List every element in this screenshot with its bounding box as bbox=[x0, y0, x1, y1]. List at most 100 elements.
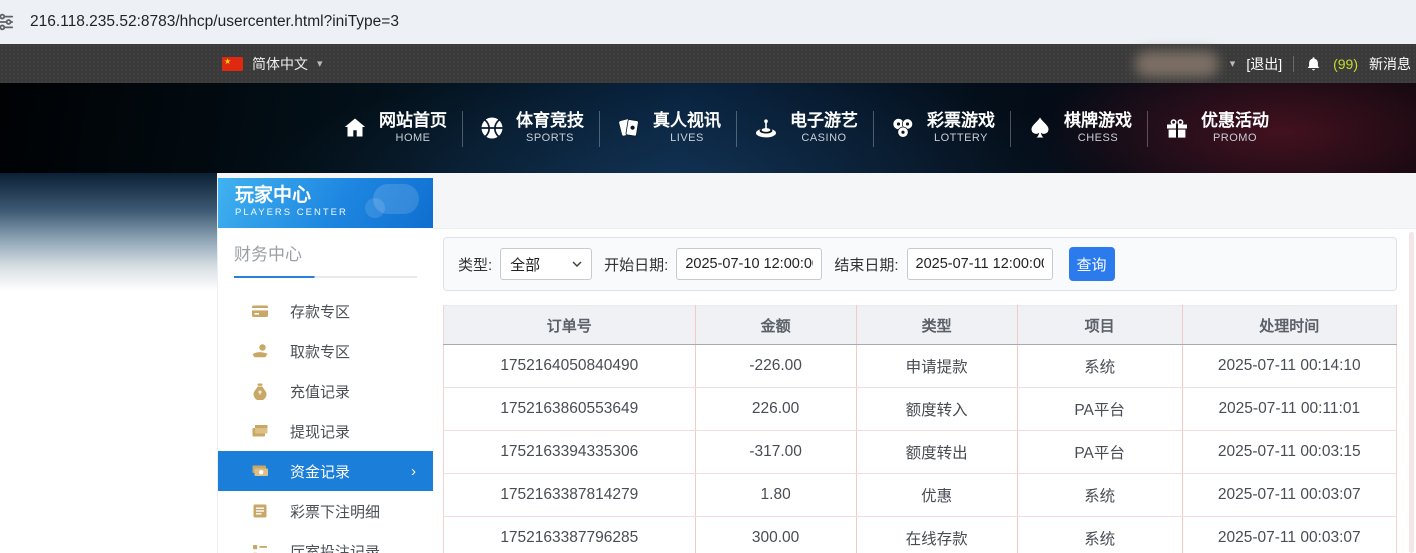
wallet-icon bbox=[252, 425, 268, 437]
nav-item-home[interactable]: 网站首页 HOME bbox=[326, 97, 463, 159]
section-underline bbox=[234, 276, 417, 278]
nav-item-casino[interactable]: 电子游艺 CASINO bbox=[737, 97, 874, 159]
cell-project: 系统 bbox=[1016, 344, 1183, 388]
filter-bar: 类型: 全部 开始日期: 结束日期: 查询 bbox=[443, 237, 1397, 291]
table-header-row: 订单号 金额 类型 项目 处理时间 bbox=[443, 305, 1397, 345]
table-row: 1752163387796285 300.00 在线存款 系统 2025-07-… bbox=[443, 516, 1397, 553]
cell-order-no: 1752163860553649 bbox=[443, 387, 696, 431]
start-date-input[interactable] bbox=[676, 248, 823, 280]
table-row: 1752164050840490 -226.00 申请提款 系统 2025-07… bbox=[443, 344, 1397, 388]
bell-icon[interactable] bbox=[1305, 55, 1322, 73]
col-project: 项目 bbox=[1016, 305, 1183, 345]
account-actions: ▾ [退出] (99) 新消息 bbox=[1134, 50, 1411, 77]
cell-project: PA平台 bbox=[1016, 387, 1183, 431]
nav-item-chess[interactable]: 棋牌游戏 CHESS bbox=[1011, 97, 1148, 159]
url-text[interactable]: 216.118.235.52:8783/hhcp/usercenter.html… bbox=[30, 0, 399, 44]
table-row: 1752163860553649 226.00 额度转入 PA平台 2025-0… bbox=[443, 387, 1397, 431]
document-icon bbox=[253, 504, 267, 518]
chevron-right-icon: › bbox=[411, 462, 416, 480]
banner-fade bbox=[0, 173, 217, 291]
message-count-badge[interactable]: (99) bbox=[1333, 56, 1358, 72]
sidebar-item-recharge-record[interactable]: 充值记录 bbox=[218, 371, 433, 411]
cell-time: 2025-07-11 00:14:10 bbox=[1181, 344, 1397, 388]
sidebar-item-deposit-zone[interactable]: 存款专区 bbox=[218, 291, 433, 331]
basketball-icon bbox=[481, 117, 503, 139]
cell-type: 额度转出 bbox=[855, 430, 1018, 474]
cell-project: PA平台 bbox=[1016, 430, 1183, 474]
language-selector[interactable]: ★ 简体中文 ▾ bbox=[222, 54, 323, 74]
sidebar-item-lottery-bet-detail[interactable]: 彩票下注明细 bbox=[218, 491, 433, 531]
select-caret-icon bbox=[572, 261, 582, 267]
sidebar-item-withdraw-zone[interactable]: 取款专区 bbox=[218, 331, 433, 371]
end-date-input[interactable] bbox=[906, 248, 1053, 280]
username-blurred[interactable] bbox=[1134, 50, 1219, 77]
cell-time: 2025-07-11 00:11:01 bbox=[1181, 387, 1397, 431]
funds-table: 订单号 金额 类型 项目 处理时间 1752164050840490 -226.… bbox=[443, 305, 1397, 553]
table-row: 1752163394335306 -317.00 额度转出 PA平台 2025-… bbox=[443, 430, 1397, 474]
cell-project: 系统 bbox=[1016, 473, 1183, 517]
sidebar-subtitle: PLAYERS CENTER bbox=[235, 207, 348, 218]
sidebar: 玩家中心 PLAYERS CENTER 财务中心 存款专区 取款专区 充值记录 … bbox=[217, 178, 433, 553]
bank-card-icon bbox=[252, 305, 268, 317]
lottery-balls-icon bbox=[893, 118, 914, 138]
playing-cards-icon bbox=[619, 119, 639, 137]
china-flag-icon: ★ bbox=[222, 56, 243, 71]
cell-order-no: 1752163387796285 bbox=[443, 516, 696, 553]
type-select[interactable]: 全部 bbox=[500, 248, 593, 280]
scrollbar[interactable] bbox=[1409, 232, 1414, 553]
nav-item-lottery[interactable]: 彩票游戏 LOTTERY bbox=[874, 97, 1011, 159]
money-bag-icon bbox=[253, 383, 267, 400]
finance-section: 财务中心 bbox=[218, 228, 433, 278]
cell-amount: 226.00 bbox=[694, 387, 857, 431]
divider bbox=[1293, 55, 1295, 72]
cell-order-no: 1752163394335306 bbox=[443, 430, 696, 474]
query-button[interactable]: 查询 bbox=[1068, 247, 1115, 281]
account-bar: ★ 简体中文 ▾ ▾ [退出] (99) 新消息 bbox=[0, 44, 1416, 83]
table-row: 1752163387814279 1.80 优惠 系统 2025-07-11 0… bbox=[443, 473, 1397, 517]
cell-time: 2025-07-11 00:03:15 bbox=[1181, 430, 1397, 474]
main-nav: 网站首页 HOME 体育竞技 SPORTS 真人视讯 LIVES 电子游艺 CASINO… bbox=[0, 83, 1416, 173]
nav-item-sports[interactable]: 体育竞技 SPORTS bbox=[463, 97, 600, 159]
logout-link[interactable]: [退出] bbox=[1246, 54, 1282, 74]
cell-amount: -317.00 bbox=[694, 430, 857, 474]
site-info-icon[interactable] bbox=[0, 13, 16, 31]
end-date-label: 结束日期: bbox=[834, 256, 899, 274]
gift-icon bbox=[1167, 119, 1187, 138]
language-label: 简体中文 bbox=[252, 55, 308, 72]
section-label: 财务中心 bbox=[234, 245, 302, 264]
nav-item-lives[interactable]: 真人视讯 LIVES bbox=[600, 97, 737, 159]
type-select-value: 全部 bbox=[510, 256, 541, 274]
cell-amount: 1.80 bbox=[694, 473, 857, 517]
caret-down-icon[interactable]: ▾ bbox=[1230, 57, 1236, 70]
banknotes-icon bbox=[252, 465, 268, 476]
sidebar-item-withdrawal-record[interactable]: 提现记录 bbox=[218, 411, 433, 451]
col-order-no: 订单号 bbox=[443, 305, 696, 345]
browser-url-bar[interactable]: 216.118.235.52:8783/hhcp/usercenter.html… bbox=[0, 0, 1416, 45]
caret-down-icon: ▾ bbox=[317, 58, 323, 70]
cell-time: 2025-07-11 00:03:07 bbox=[1181, 473, 1397, 517]
sidebar-item-hall-bet-record[interactable]: 厅室投注记录 bbox=[218, 531, 433, 553]
cell-time: 2025-07-11 00:03:07 bbox=[1181, 516, 1397, 553]
cell-type: 在线存款 bbox=[855, 516, 1018, 553]
col-type: 类型 bbox=[855, 305, 1018, 345]
type-label: 类型: bbox=[458, 256, 493, 274]
screen: 216.118.235.52:8783/hhcp/usercenter.html… bbox=[0, 0, 1416, 553]
sidebar-menu: 存款专区 取款专区 充值记录 提现记录 资金记录 › 彩票下注明细 厅室投注记录 bbox=[218, 291, 433, 553]
start-date-label: 开始日期: bbox=[604, 256, 669, 274]
players-center-header[interactable]: 玩家中心 PLAYERS CENTER bbox=[218, 178, 433, 228]
roulette-icon bbox=[756, 119, 776, 138]
cell-project: 系统 bbox=[1016, 516, 1183, 553]
messages-link[interactable]: 新消息 bbox=[1369, 54, 1411, 74]
nav-item-promo[interactable]: 优惠活动 PROMO bbox=[1148, 97, 1285, 159]
spade-icon bbox=[1031, 117, 1049, 138]
nav-menu: 网站首页 HOME 体育竞技 SPORTS 真人视讯 LIVES 电子游艺 CASINO… bbox=[326, 83, 1285, 173]
cell-amount: 300.00 bbox=[694, 516, 857, 553]
sidebar-item-funds-record[interactable]: 资金记录 › bbox=[218, 451, 433, 491]
cell-type: 申请提款 bbox=[855, 344, 1018, 388]
cell-amount: -226.00 bbox=[694, 344, 857, 388]
cell-type: 额度转入 bbox=[855, 387, 1018, 431]
col-time: 处理时间 bbox=[1181, 305, 1397, 345]
cell-order-no: 1752163387814279 bbox=[443, 473, 696, 517]
cell-type: 优惠 bbox=[855, 473, 1018, 517]
list-icon bbox=[253, 545, 267, 553]
